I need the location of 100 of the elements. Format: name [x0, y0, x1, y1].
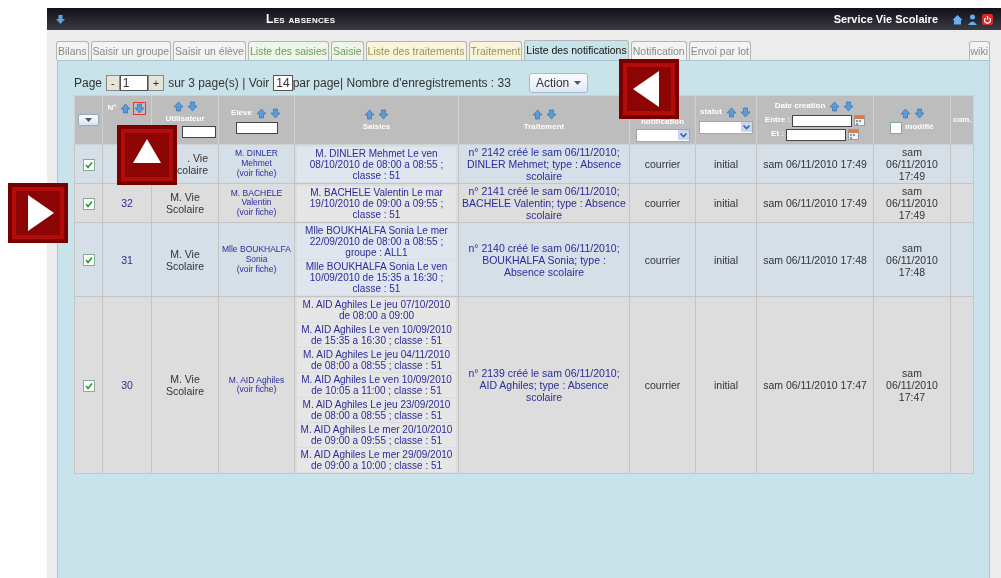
table-cell: sam 06/11/2010 17:48: [886, 241, 938, 278]
table-cell: courrier: [644, 158, 681, 171]
date-to-label: Et :: [771, 130, 784, 139]
table-cell: initial: [714, 197, 738, 210]
student-name: M. AID Aghiles: [227, 375, 286, 386]
home-icon[interactable]: [952, 13, 963, 25]
table-cell: 30: [121, 379, 133, 392]
tab[interactable]: Liste des notifications: [524, 40, 629, 60]
dropdown-field[interactable]: [635, 129, 690, 142]
caret-icon: [574, 81, 582, 85]
page-label: Page: [74, 76, 103, 90]
sort-down-icon[interactable]: [739, 107, 751, 118]
checkbox[interactable]: [82, 158, 95, 171]
view-record-link[interactable]: (voir fiche): [221, 168, 292, 179]
student-name: M. BACHELE Valentin: [229, 188, 284, 208]
absence-entry[interactable]: M. AID Aghiles Le jeu 04/11/2010 de 08:00 a 08:55 ; classe : 51: [297, 348, 456, 373]
absence-entry[interactable]: M. AID Aghiles Le mer 20/10/2010 de 09:00 a 09:55 ; classe : 51: [297, 423, 456, 448]
absence-entry[interactable]: M. AID Aghiles Le ven 10/09/2010 de 15:35 a 16:30 ; classe : 51: [297, 323, 456, 348]
absence-entry[interactable]: Mlle BOUKHALFA Sonia Le mer 22/09/2010 de 08:00 a 08:55 ; groupe : ALL1: [297, 224, 456, 260]
checkbox[interactable]: [890, 121, 903, 134]
column-header: Eleve: [231, 108, 252, 118]
table-cell: 32: [121, 197, 133, 210]
column-header: Saisies: [362, 123, 391, 132]
sort-down-icon[interactable]: [913, 107, 925, 119]
table-cell: sam 06/11/2010 17:49: [763, 197, 867, 210]
column-header: Date creation: [774, 101, 826, 111]
student-name: M. DINLER Mehmet: [234, 149, 279, 169]
sort-up-icon[interactable]: [725, 107, 737, 118]
sort-up-icon[interactable]: [531, 109, 543, 121]
checkbox[interactable]: [82, 197, 95, 210]
user-icon[interactable]: [968, 13, 977, 25]
table-cell: n° 2142 créé le sam 06/11/2010; DINLER Mehmet; type : Absence scolaire: [466, 146, 622, 183]
table-cell: sam 06/11/2010 17:48: [763, 253, 867, 266]
user-name: Service Vie Scolaire: [833, 13, 938, 25]
table-cell: courrier: [644, 253, 681, 266]
column-header: com.: [953, 114, 972, 124]
column-header: N°: [107, 104, 117, 113]
table-cell: courrier: [644, 379, 681, 392]
view-record-link[interactable]: (voir fiche): [221, 264, 292, 275]
absence-entry[interactable]: M. AID Aghiles Le ven 10/09/2010 de 10:05 a 11:00 ; classe : 51: [297, 373, 456, 398]
column-header: notification: [640, 118, 685, 127]
column-header: Utilisateur: [165, 115, 205, 124]
sort-down-icon[interactable]: [134, 103, 146, 114]
checkbox[interactable]: [82, 380, 95, 392]
per-page-field[interactable]: 14: [273, 75, 293, 91]
sort-up-icon[interactable]: [172, 101, 184, 112]
checkbox[interactable]: [82, 254, 95, 267]
sort-up-icon[interactable]: [829, 100, 841, 112]
sort-up-icon[interactable]: [120, 103, 132, 114]
filter-field[interactable]: [235, 121, 278, 134]
up-arrow-button[interactable]: [117, 125, 177, 185]
calendar-icon[interactable]: [847, 129, 859, 140]
column-header: Traitement: [523, 123, 565, 132]
left-arrow-button[interactable]: [619, 59, 679, 119]
sort-down-icon[interactable]: [186, 101, 198, 112]
column-header: statut: [700, 108, 722, 117]
view-record-link[interactable]: (voir fiche): [221, 385, 292, 396]
select-menu-button[interactable]: [78, 114, 99, 126]
chevron-down-icon: [677, 130, 689, 140]
pages-text: sur 3 page(s) | Voir: [168, 76, 270, 90]
right-arrow-button[interactable]: [8, 183, 68, 243]
table-cell: sam 06/11/2010 17:47: [763, 379, 867, 392]
action-button[interactable]: Action: [528, 73, 589, 93]
table-cell: M. Vie Scolaire: [166, 373, 204, 398]
absence-entry[interactable]: M. AID Aghiles Le jeu 07/10/2010 de 08:00 a 09:00: [297, 298, 456, 323]
table-cell: sam 06/11/2010 17:49: [886, 146, 938, 183]
absence-entry[interactable]: M. AID Aghiles Le jeu 23/09/2010 de 08:00 a 08:55 ; classe : 51: [297, 398, 456, 423]
power-icon[interactable]: [982, 13, 993, 25]
table-cell: M. Vie Scolaire: [166, 191, 204, 216]
filter-field[interactable]: [182, 125, 216, 138]
view-record-link[interactable]: (voir fiche): [221, 208, 292, 218]
date-to-field[interactable]: [785, 128, 846, 141]
sort-down-icon[interactable]: [843, 100, 855, 112]
sort-down-icon[interactable]: [545, 109, 557, 121]
table-cell: n° 2139 créé le sam 06/11/2010; AID Aghiles; type : Absence scolaire: [468, 367, 620, 404]
table-cell: initial: [714, 253, 738, 266]
absence-entry[interactable]: Mlle BOUKHALFA Sonia Le ven 10/09/2010 de 15:35 a 16:30 ; classe : 51: [297, 260, 456, 296]
table-cell: M. Vie Scolaire: [166, 247, 204, 272]
download-icon[interactable]: [55, 13, 66, 25]
sort-up-icon[interactable]: [899, 107, 911, 119]
absence-entry[interactable]: M. AID Aghiles Le mer 29/09/2010 de 09:00 a 10:00 ; classe : 51: [297, 448, 456, 473]
caret-icon: [85, 118, 92, 122]
page-field[interactable]: 1: [119, 75, 148, 91]
sort-up-icon[interactable]: [255, 107, 267, 119]
column-header: modifié: [905, 123, 934, 132]
table-cell: . Vie colaire: [177, 152, 208, 177]
calendar-icon[interactable]: [854, 115, 866, 126]
table-cell: 31: [121, 253, 133, 266]
absence-entry[interactable]: M. BACHELE Valentin Le mar 19/10/2010 de 09:00 a 09:55 ; classe : 51: [297, 185, 456, 221]
table-cell: initial: [714, 379, 738, 392]
record-count: par page| Nombre d'enregistrements : 33: [292, 76, 511, 90]
absence-entry[interactable]: M. DINLER Mehmet Le ven 08/10/2010 de 08:00 a 08:55 ; classe : 51: [297, 146, 456, 182]
sort-down-icon[interactable]: [269, 107, 281, 119]
date-from-field[interactable]: [792, 114, 853, 127]
sort-up-icon[interactable]: [364, 109, 375, 121]
previous-page-button[interactable]: -: [106, 75, 120, 91]
sort-down-icon[interactable]: [378, 109, 389, 121]
window-title: Les absences: [266, 12, 336, 26]
table-cell: initial: [714, 158, 738, 171]
dropdown-field[interactable]: [699, 121, 753, 134]
